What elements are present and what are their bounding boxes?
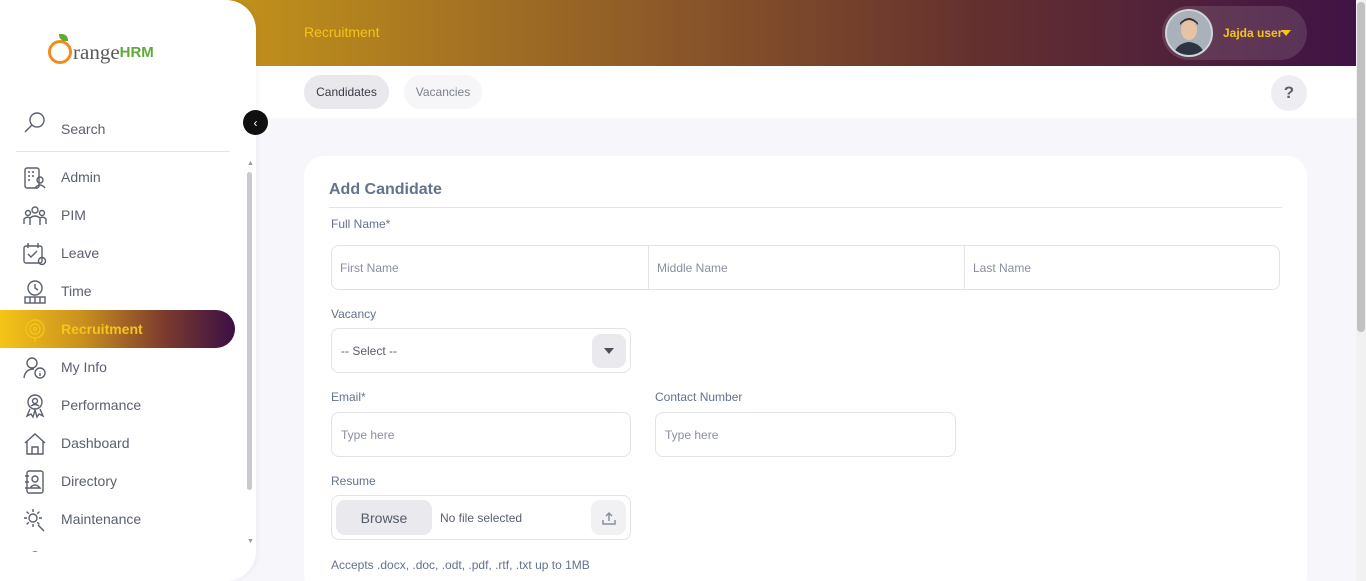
tab-candidates[interactable]: Candidates xyxy=(304,75,389,109)
sidebar-item-directory[interactable]: Directory xyxy=(0,462,235,500)
performance-icon xyxy=(22,393,48,419)
upload-icon[interactable] xyxy=(591,500,626,535)
dropdown-toggle[interactable] xyxy=(592,334,626,368)
page-scrollbar[interactable] xyxy=(1356,0,1366,581)
file-hint: Accepts .docx, .doc, .odt, .pdf, .rtf, .… xyxy=(331,558,590,572)
full-name-group: First Name Middle Name Last Name xyxy=(331,245,1280,290)
sidebar-scrollbar-thumb[interactable] xyxy=(247,172,252,490)
orangehrm-logo: range HRM xyxy=(48,32,154,64)
tabs-bar: Candidates Vacancies ? xyxy=(256,66,1356,118)
chevron-down-icon xyxy=(604,348,614,354)
sidebar-item-leave[interactable]: Leave xyxy=(0,234,235,272)
sidebar-item-dashboard[interactable]: Dashboard xyxy=(0,424,235,462)
user-dropdown[interactable]: Jajda user xyxy=(1162,6,1307,60)
help-button[interactable]: ? xyxy=(1271,75,1307,111)
vacancy-select[interactable]: -- Select -- xyxy=(331,328,631,373)
first-name-input[interactable]: First Name xyxy=(332,246,648,289)
tab-vacancies[interactable]: Vacancies xyxy=(404,75,482,109)
add-candidate-card: Add Candidate Full Name* First Name Midd… xyxy=(304,156,1307,581)
chevron-left-icon: ‹ xyxy=(253,115,258,130)
pim-icon xyxy=(22,203,48,229)
sidebar-item-pim[interactable]: PIM xyxy=(0,196,235,234)
chevron-down-icon xyxy=(1281,30,1291,36)
sidebar-item-partial xyxy=(0,540,235,552)
module-title: Recruitment xyxy=(304,24,380,40)
resume-label: Resume xyxy=(331,474,376,488)
email-input[interactable]: Type here xyxy=(331,412,631,457)
full-name-label: Full Name* xyxy=(331,217,391,231)
contact-number-input[interactable]: Type here xyxy=(655,412,956,457)
recruitment-icon xyxy=(22,317,48,343)
file-status: No file selected xyxy=(440,511,523,525)
partial-icon xyxy=(22,547,48,552)
middle-name-input[interactable]: Middle Name xyxy=(648,246,964,289)
avatar xyxy=(1165,9,1213,57)
sidebar-item-my-info[interactable]: My Info xyxy=(0,348,235,386)
vacancy-select-value: -- Select -- xyxy=(341,343,398,358)
dashboard-icon xyxy=(22,431,48,457)
sidebar-item-performance[interactable]: Performance xyxy=(0,386,235,424)
my-info-icon xyxy=(22,355,48,381)
sidebar-item-time[interactable]: Time xyxy=(0,272,235,310)
admin-icon xyxy=(22,165,48,191)
maintenance-icon xyxy=(22,507,48,533)
leave-icon xyxy=(22,241,48,267)
user-avatar-icon xyxy=(1167,11,1211,55)
contact-number-label: Contact Number xyxy=(655,390,743,404)
sidebar-item-recruitment[interactable]: Recruitment xyxy=(0,310,235,348)
sidebar-scrollbar[interactable]: ▲ ▼ xyxy=(245,160,254,550)
sidebar-search[interactable]: Search xyxy=(16,104,230,152)
vacancy-label: Vacancy xyxy=(331,307,377,321)
resume-file-input[interactable]: Browse No file selected xyxy=(331,495,631,540)
page-scrollbar-thumb[interactable] xyxy=(1357,2,1365,332)
sidebar-item-maintenance[interactable]: Maintenance xyxy=(0,500,235,538)
last-name-input[interactable]: Last Name xyxy=(964,246,1279,289)
time-icon xyxy=(22,279,48,305)
sidebar: range HRM Search Admin PIM Leave Time Re… xyxy=(0,0,256,581)
sidebar-item-admin[interactable]: Admin xyxy=(0,158,235,196)
sidebar-search-label: Search xyxy=(61,121,106,137)
page-title: Add Candidate xyxy=(329,181,442,198)
email-label: Email* xyxy=(331,390,366,404)
directory-icon xyxy=(22,469,48,495)
divider xyxy=(329,207,1282,208)
search-icon xyxy=(22,110,48,136)
logo-mark-icon xyxy=(48,34,72,64)
collapse-sidebar-button[interactable]: ‹ xyxy=(243,110,268,135)
browse-button[interactable]: Browse xyxy=(336,500,432,535)
user-name: Jajda user xyxy=(1223,26,1283,40)
